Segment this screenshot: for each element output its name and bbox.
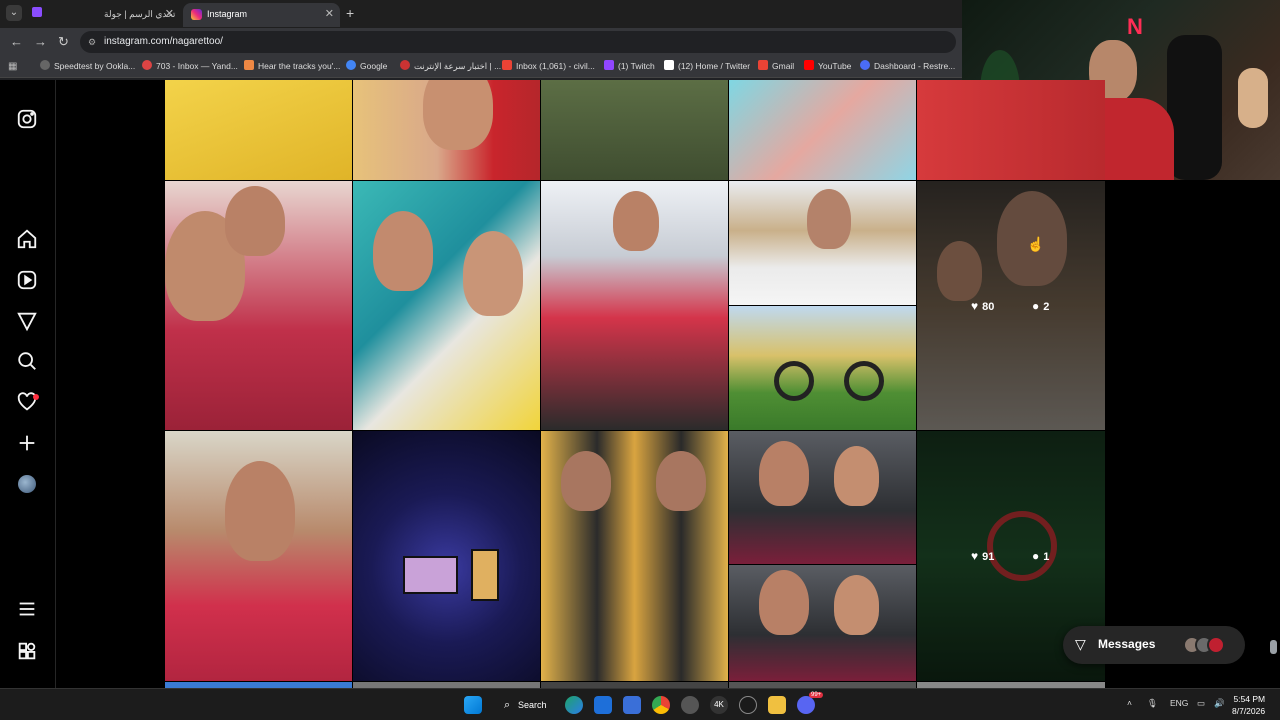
post-thumbnail[interactable] [165,80,352,180]
post-thumbnail[interactable] [165,181,352,430]
app-icon[interactable] [681,696,699,714]
edge-icon[interactable] [565,696,583,714]
volume-icon[interactable]: 🔊 [1214,698,1225,709]
discord-icon[interactable] [797,696,815,714]
comments-count: ● 2 [1032,299,1050,313]
tray-overflow-icon[interactable]: ˄ [1127,698,1132,708]
post-thumbnail[interactable] [729,431,916,564]
post-thumbnail[interactable] [353,80,540,180]
heart-icon: ♥ [971,549,979,563]
outlook-icon[interactable] [594,696,612,714]
instagram-icon[interactable] [16,108,38,130]
site-info-icon[interactable]: ⚙ [88,31,96,53]
clock[interactable]: 5:54 PM 8/7/2026 [1232,693,1265,717]
create-icon[interactable] [16,432,38,454]
post-thumbnail[interactable] [353,431,540,681]
bookmark-item[interactable]: 703 - Inbox — Yand... [142,60,238,71]
chrome-icon[interactable] [652,696,670,714]
close-icon[interactable]: ✕ [165,3,174,25]
bookmark-item[interactable]: Dashboard - Restre... [860,60,955,71]
search-icon[interactable] [16,350,38,372]
windows-start-icon[interactable] [464,696,482,714]
apps-icon[interactable]: ▦ [8,61,17,72]
taskbar-search[interactable]: ⌕ Search [496,695,550,715]
scrollbar[interactable] [1270,640,1277,654]
close-icon[interactable]: ✕ [325,3,334,25]
post-thumbnail[interactable] [729,306,916,430]
address-bar-row: ← → ↻ ⚙ instagram.com/nagarettoo/ [0,28,962,56]
bookmark-item[interactable]: اختبار سرعة الإنترنت | ... [400,60,501,72]
post-thumbnail[interactable] [541,431,728,681]
file-explorer-icon[interactable] [768,696,786,714]
messenger-icon: ▽ [1075,636,1086,652]
post-thumbnail[interactable] [729,181,916,305]
bookmark-item[interactable]: (12) Home / Twitter [664,60,750,71]
search-icon: ⌕ [504,699,511,711]
posts-grid: ♥ 80 ● 2 ♥ 91 ● 1 [165,80,1105,688]
reload-icon[interactable]: ↻ [58,34,69,50]
forward-icon[interactable]: → [34,34,47,49]
hover-overlay [917,181,1105,430]
tab-list-button[interactable]: ⌄ [6,5,22,21]
also-from-meta-icon[interactable] [16,640,38,662]
post-thumbnail[interactable] [353,181,540,430]
bookmark-item[interactable]: Gmail [758,60,794,71]
app-icon[interactable] [623,696,641,714]
pinned-tab-icon[interactable] [32,7,42,17]
messages-button[interactable]: ▽ Messages [1063,626,1245,664]
comments-count: ● 1 [1032,549,1050,563]
bookmark-item[interactable]: YouTube [804,60,851,71]
likes-count: ♥ 91 [971,549,995,563]
bookmark-item[interactable]: (1) Twitch [604,60,655,71]
lamp [1238,68,1268,128]
bookmark-item[interactable]: Speedtest by Ookla... [40,60,135,71]
profile-avatar[interactable] [18,475,36,493]
network-icon[interactable]: ▭ [1197,698,1205,709]
post-thumbnail[interactable] [729,565,916,681]
neon-logo: N [1127,14,1143,39]
bookmark-item[interactable]: Google [346,60,387,71]
post-thumbnail[interactable] [541,181,728,430]
post-thumbnail[interactable] [541,80,728,180]
tab-bar: ⌄ تحدي الرسم | جولة ✕ Instagram ✕ + [0,0,962,28]
tab-instagram[interactable]: Instagram ✕ [183,3,340,27]
tab-drawing-challenge[interactable]: تحدي الرسم | جولة ✕ [80,3,180,27]
4k-app-icon[interactable]: 4K [710,696,728,714]
home-icon[interactable] [16,228,38,250]
microphone-icon[interactable]: 🎙 [1147,698,1158,709]
post-thumbnail[interactable] [729,80,916,180]
new-tab-button[interactable]: + [346,5,354,21]
post-thumbnail-hovered[interactable]: ♥ 80 ● 2 [917,181,1105,430]
bookmark-item[interactable]: Inbox (1,061) - civil... [502,60,595,71]
instagram-sidebar [0,80,56,688]
bookmark-item[interactable]: Hear the tracks you'... [244,60,340,71]
language-indicator[interactable]: ENG [1170,698,1188,708]
back-icon[interactable]: ← [10,34,23,49]
likes-count: ♥ 80 [971,299,995,313]
instagram-favicon [191,9,202,20]
notification-dot [33,394,39,400]
more-menu-icon[interactable] [16,598,38,620]
url-input[interactable]: ⚙ instagram.com/nagarettoo/ [80,31,956,53]
mouse-cursor: ☝ [1027,236,1045,252]
explore-icon[interactable] [16,310,38,332]
browser-chrome: ⌄ تحدي الرسم | جولة ✕ Instagram ✕ + ← → … [0,0,962,80]
avatar [1207,636,1225,654]
page-background [1105,180,1280,688]
wordpress-icon[interactable] [739,696,757,714]
gaming-chair [1167,35,1222,180]
windows-taskbar: ⌕ Search 4K 99+ ˄ 🎙 ENG ▭ 🔊 5:54 PM 8/7/… [0,688,1280,720]
comment-icon: ● [1032,299,1040,313]
reels-icon[interactable] [16,269,38,291]
bookmarks-bar: ▦ Speedtest by Ookla... 703 - Inbox — Ya… [0,56,962,78]
post-thumbnail[interactable] [165,431,352,681]
post-thumbnail[interactable] [917,80,1105,180]
heart-icon: ♥ [971,299,979,313]
comment-icon: ● [1032,549,1040,563]
notification-badge: 99+ [809,692,824,698]
